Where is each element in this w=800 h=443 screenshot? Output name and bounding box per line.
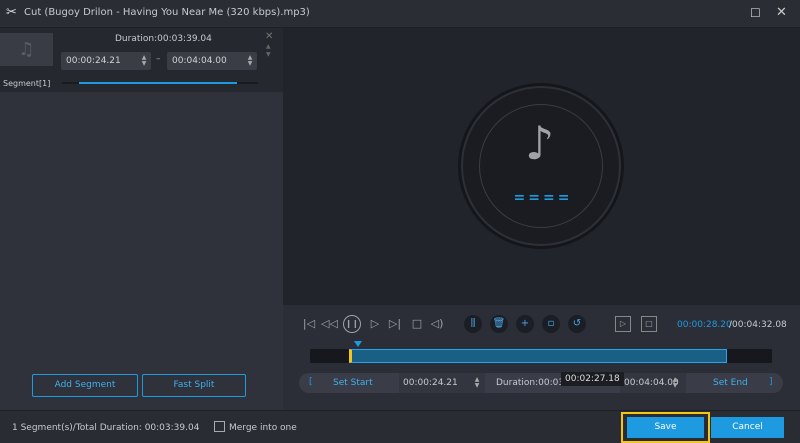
rewind-icon[interactable]: ◁◁ (321, 317, 338, 330)
pause-icon[interactable]: ❙❙ (343, 315, 361, 333)
timeline-selection[interactable] (349, 349, 727, 363)
music-note-icon: ♪ (525, 116, 555, 170)
trim-end-spinner[interactable]: ▲ ▼ (671, 377, 679, 389)
add-segment-button[interactable]: Add Segment (32, 374, 138, 397)
add-icon[interactable]: + (516, 315, 534, 333)
end-bracket: ] (769, 377, 773, 387)
set-start-button[interactable]: Set Start (333, 378, 373, 388)
merge-checkbox[interactable] (214, 421, 225, 432)
segment-start-input[interactable]: 00:00:24.21 (61, 52, 151, 70)
preview-area: ♪ ==== (283, 28, 800, 305)
audio-disc: ♪ ==== (461, 86, 621, 246)
time-tooltip: 00:02:27.18 (561, 372, 624, 386)
start-bracket: [ (309, 377, 313, 387)
control-bar: |◁ ◁◁ ❙❙ ▷ ▷| □ ◁) ⫼ 🗑 + ▫ ↺ ▷ □ 00:00:2… (283, 305, 800, 410)
window-title: Cut (Bugoy Drilon - Having You Near Me (… (24, 7, 310, 18)
segment-end-input[interactable]: 00:04:04.00 (167, 52, 257, 70)
title-bar: ✂ Cut (Bugoy Drilon - Having You Near Me… (0, 0, 800, 28)
skip-start-icon[interactable]: |◁ (301, 317, 317, 330)
total-time: /00:04:32.08 (729, 320, 787, 330)
segment-label: Segment[1] (3, 79, 51, 88)
dash: – (156, 54, 161, 64)
segment-duration: Duration:00:03:39.04 (115, 34, 212, 44)
next-frame-icon[interactable]: ▷ (367, 317, 383, 330)
start-spinner[interactable]: ▲ ▼ (140, 55, 148, 67)
summary-text: 1 Segment(s)/Total Duration: 00:03:39.04 (12, 423, 200, 433)
merge-label: Merge into one (229, 423, 297, 433)
current-time: 00:00:28.20 (677, 320, 732, 330)
cancel-button[interactable]: Cancel (711, 417, 784, 438)
stop-segment-icon[interactable]: □ (641, 316, 657, 332)
close-icon[interactable]: ✕ (776, 5, 787, 20)
move-segment-icon[interactable]: ▲ ▼ (266, 43, 271, 59)
volume-icon[interactable]: ◁) (429, 317, 445, 330)
maximize-icon[interactable]: ☐ (750, 6, 761, 20)
crop-icon[interactable]: ▫ (542, 315, 560, 333)
set-end-button[interactable]: Set End (713, 378, 748, 388)
play-segment-icon[interactable]: ▷ (615, 316, 631, 332)
audio-wave-icon: ==== (513, 190, 573, 206)
audio-thumbnail: ♫ (0, 33, 53, 66)
scissors-icon: ✂ (6, 5, 17, 20)
save-button[interactable]: Save (627, 417, 704, 438)
trim-start-spinner[interactable]: ▲ ▼ (473, 377, 481, 389)
end-spinner[interactable]: ▲ ▼ (246, 55, 254, 67)
footer: 1 Segment(s)/Total Duration: 00:03:39.04… (0, 410, 800, 443)
split-icon[interactable]: ⫼ (464, 315, 482, 333)
stop-icon[interactable]: □ (409, 317, 425, 330)
reset-icon[interactable]: ↺ (568, 315, 586, 333)
delete-segment-icon[interactable]: ✕ (265, 31, 273, 42)
segment-range (79, 82, 237, 84)
playhead-icon[interactable] (354, 341, 362, 347)
delete-icon[interactable]: 🗑 (490, 315, 508, 333)
fast-split-button[interactable]: Fast Split (142, 374, 246, 397)
skip-end-icon[interactable]: ▷| (387, 317, 403, 330)
